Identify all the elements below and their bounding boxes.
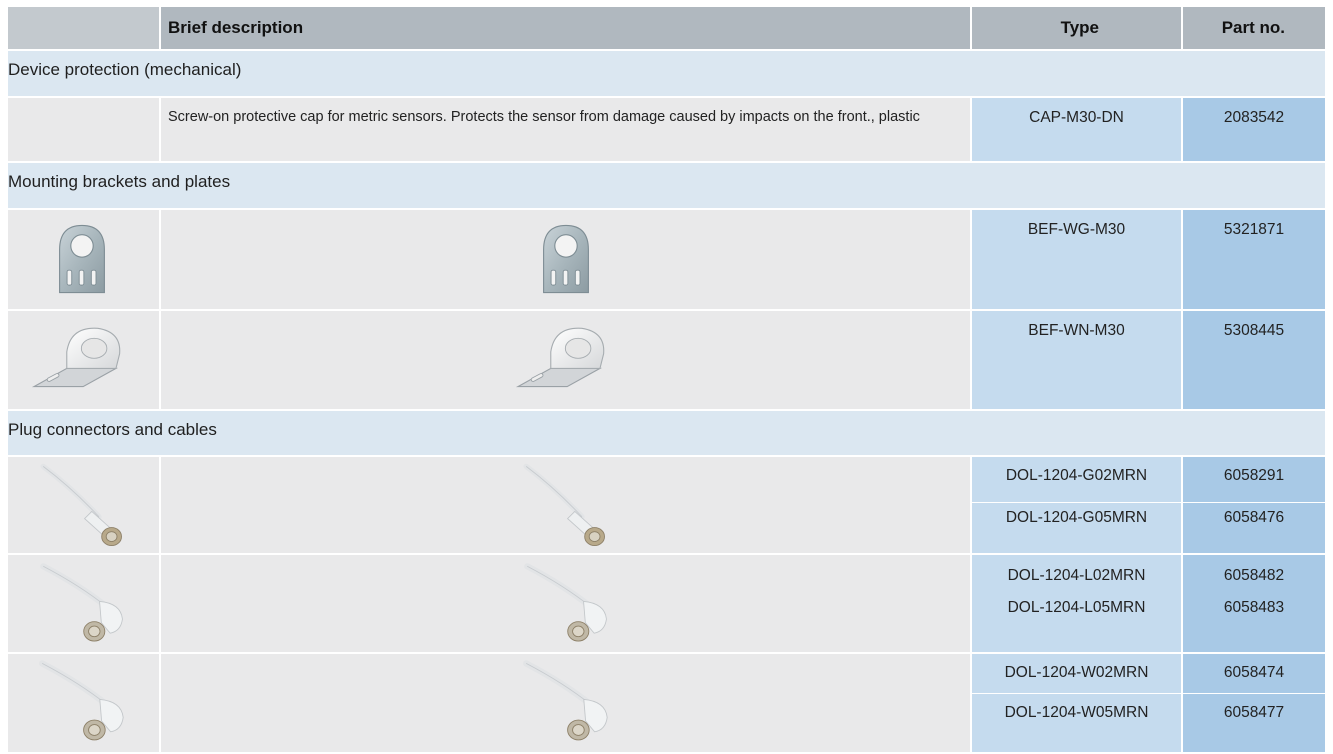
section-title: Mounting brackets and plates [8,172,231,191]
image-cell [8,654,159,752]
type-value: CAP-M30-DN [1029,109,1124,126]
type-value: BEF-WG-M30 [1027,221,1126,238]
table-row-bef-wg-m30: BEF-WG-M30 5321871 [8,210,1325,309]
row-divider [972,693,1325,694]
part-no-value: 2083542 [1223,109,1285,126]
angle-bracket-icon [514,321,624,403]
type-cell: BEF-WG-M30 [972,210,1181,309]
type-cell: DOL-1204-G02MRN DOL-1204-G05MRN [972,457,1181,553]
part-no-cell: 2083542 [1183,98,1325,161]
description-cell [161,555,970,652]
type-cell: DOL-1204-W02MRN DOL-1204-W05MRN [972,654,1181,752]
table-row-cap-m30-dn: Screw-on protective cap for metric senso… [8,98,1325,161]
description-cell [161,311,970,409]
header-type-cell: Type [972,7,1181,49]
mounting-bracket-icon [538,221,594,297]
section-header-device-protection: Device protection (mechanical) [8,51,1325,96]
part-no-cell: 6058474 6058477 [1183,654,1325,752]
section-header-plug-connectors: Plug connectors and cables [8,411,1325,455]
image-cell [8,457,159,553]
table-row-dol-1204-g: DOL-1204-G02MRN DOL-1204-G05MRN 6058291 … [8,457,1325,553]
image-cell [8,210,159,309]
part-no-value: 5308445 [1223,322,1285,339]
straight-cable-connector-icon [519,461,627,551]
section-title: Plug connectors and cables [8,420,217,439]
angled-cable-connector-icon [34,658,144,748]
type-value: DOL-1204-W02MRN [1004,664,1149,681]
straight-cable-connector-icon [36,461,144,551]
part-no-value: 6058483 [1223,599,1285,616]
image-cell [8,311,159,409]
header-image-cell [8,7,159,49]
type-value: DOL-1204-W05MRN [1004,704,1149,721]
description-text: Screw-on protective cap for metric senso… [168,109,920,125]
type-cell: DOL-1204-L02MRN DOL-1204-L05MRN [972,555,1181,652]
angled-cable-connector-icon [518,658,628,748]
part-no-cell: 5308445 [1183,311,1325,409]
description-cell [161,457,970,553]
part-no-cell: 6058291 6058476 [1183,457,1325,553]
header-brief-description: Brief description [168,18,304,37]
table-row-bef-wn-m30: BEF-WN-M30 5308445 [8,311,1325,409]
part-no-value: 6058482 [1223,567,1285,584]
part-no-value: 6058476 [1223,509,1285,526]
type-value: DOL-1204-L02MRN [1007,567,1146,584]
mounting-bracket-icon [54,221,110,297]
header-part-no-cell: Part no. [1183,7,1325,49]
part-no-value: 6058477 [1223,704,1285,721]
header-description-cell: Brief description [161,7,970,49]
type-value: DOL-1204-G05MRN [1005,509,1148,526]
type-value: BEF-WN-M30 [1028,322,1125,339]
part-no-value: 6058474 [1223,664,1285,681]
header-part-no: Part no. [1221,18,1285,37]
description-cell [161,210,970,309]
description-cell [161,654,970,752]
type-value: DOL-1204-G02MRN [1005,467,1148,484]
table-row-dol-1204-l: DOL-1204-L02MRN DOL-1204-L05MRN 6058482 … [8,555,1325,652]
angled-cable-connector-icon [34,561,144,649]
section-header-mounting: Mounting brackets and plates [8,163,1325,208]
type-cell: BEF-WN-M30 [972,311,1181,409]
angled-cable-connector-icon [518,561,628,649]
type-value: DOL-1204-L05MRN [1007,599,1146,616]
row-divider [972,502,1325,503]
type-cell: CAP-M30-DN [972,98,1181,161]
table-header: Brief description Type Part no. [8,7,1325,49]
section-title: Device protection (mechanical) [8,60,242,79]
part-no-cell: 5321871 [1183,210,1325,309]
description-cell: Screw-on protective cap for metric senso… [161,98,970,161]
image-cell [8,98,159,161]
header-type: Type [1060,18,1099,37]
image-cell [8,555,159,652]
part-no-cell: 6058482 6058483 [1183,555,1325,652]
part-no-value: 6058291 [1223,467,1285,484]
part-no-value: 5321871 [1223,221,1285,238]
table-row-dol-1204-w: DOL-1204-W02MRN DOL-1204-W05MRN 6058474 … [8,654,1325,752]
angle-bracket-icon [30,321,140,403]
